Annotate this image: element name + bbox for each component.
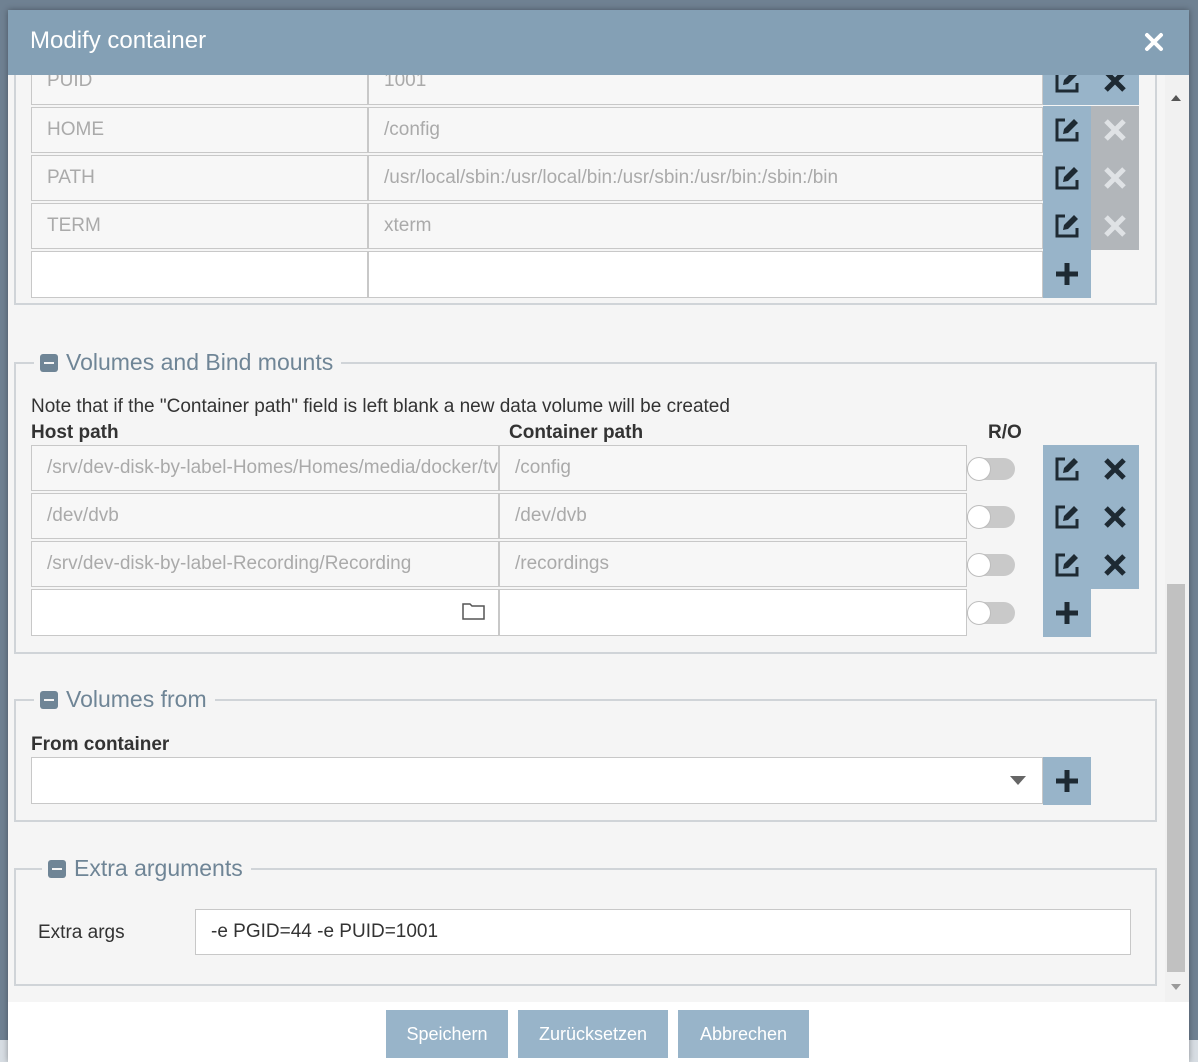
delete-icon (1104, 458, 1126, 480)
edit-env-button[interactable] (1043, 106, 1091, 154)
new-container-path-input[interactable] (499, 589, 967, 636)
folder-icon[interactable] (462, 601, 486, 621)
edit-icon (1055, 118, 1079, 142)
modal-footer: Speichern Zurücksetzen Abbrechen (8, 1002, 1189, 1062)
delete-icon (1104, 119, 1126, 141)
scroll-up-arrow[interactable] (1171, 95, 1181, 101)
reset-button[interactable]: Zurücksetzen (518, 1010, 668, 1058)
delete-volume-button[interactable] (1091, 541, 1139, 589)
modal-title: Modify container (30, 27, 207, 54)
volumes-note: Note that if the "Container path" field … (31, 396, 730, 417)
scroll-thumb[interactable] (1167, 584, 1185, 972)
edit-icon (1055, 214, 1079, 238)
edit-volume-button[interactable] (1043, 541, 1091, 589)
collapse-icon[interactable] (40, 690, 58, 709)
add-env-button[interactable] (1043, 250, 1091, 298)
scroll-down-arrow[interactable] (1171, 984, 1181, 990)
env-name-home[interactable]: HOME (31, 107, 368, 153)
plus-icon (1056, 770, 1078, 792)
collapse-icon[interactable] (40, 353, 58, 372)
delete-icon (1104, 75, 1126, 92)
volume-container-path[interactable]: /config (499, 445, 967, 491)
modal-body: PUID 1001 HOME /config PATH /usr/local/s… (8, 75, 1189, 1002)
extra-args-label: Extra args (38, 922, 125, 943)
host-path-header: Host path (31, 422, 119, 443)
edit-icon (1055, 505, 1079, 529)
collapse-icon[interactable] (48, 859, 66, 878)
edit-volume-button[interactable] (1043, 493, 1091, 541)
env-name-term[interactable]: TERM (31, 203, 368, 249)
add-volume-button[interactable] (1043, 589, 1091, 637)
chevron-down-icon[interactable] (1010, 776, 1026, 786)
volume-host-path[interactable]: /srv/dev-disk-by-label-Homes/Homes/media… (31, 445, 499, 491)
ro-toggle[interactable] (967, 505, 1015, 529)
volumes-legend[interactable]: Volumes and Bind mounts (34, 349, 342, 376)
volume-container-path[interactable]: /dev/dvb (499, 493, 967, 539)
volumes-from-legend[interactable]: Volumes from (34, 686, 215, 713)
delete-icon (1104, 554, 1126, 576)
save-button[interactable]: Speichern (386, 1010, 508, 1058)
env-value-puid[interactable]: 1001 (368, 75, 1043, 105)
vertical-scrollbar[interactable] (1165, 75, 1189, 1002)
container-path-header: Container path (509, 422, 644, 443)
delete-env-button-disabled (1091, 106, 1139, 154)
edit-env-button[interactable] (1043, 154, 1091, 202)
plus-icon (1056, 263, 1078, 285)
delete-icon (1104, 215, 1126, 237)
env-name-path[interactable]: PATH (31, 155, 368, 201)
edit-icon (1055, 166, 1079, 190)
extra-args-input[interactable]: -e PGID=44 -e PUID=1001 (195, 909, 1131, 955)
new-env-value-input[interactable] (368, 251, 1043, 298)
edit-icon (1055, 457, 1079, 481)
edit-icon (1055, 553, 1079, 577)
delete-env-button[interactable] (1091, 75, 1139, 105)
modify-container-dialog: Modify container PUID 1001 HOME /config … (8, 10, 1189, 1062)
plus-icon (1056, 602, 1078, 624)
add-volumes-from-button[interactable] (1043, 757, 1091, 805)
from-container-select[interactable] (31, 757, 1043, 804)
volume-host-path[interactable]: /dev/dvb (31, 493, 499, 539)
ro-toggle[interactable] (967, 553, 1015, 577)
env-name-puid[interactable]: PUID (31, 75, 368, 105)
delete-volume-button[interactable] (1091, 445, 1139, 493)
from-container-label: From container (31, 734, 170, 755)
extra-arguments-legend[interactable]: Extra arguments (42, 855, 251, 882)
edit-env-button[interactable] (1043, 75, 1091, 105)
delete-icon (1104, 506, 1126, 528)
edit-env-button[interactable] (1043, 202, 1091, 250)
delete-icon (1104, 167, 1126, 189)
delete-env-button-disabled (1091, 154, 1139, 202)
env-value-term[interactable]: xterm (368, 203, 1043, 249)
close-icon[interactable] (1144, 32, 1164, 52)
edit-icon (1055, 75, 1079, 93)
volume-host-path[interactable]: /srv/dev-disk-by-label-Recording/Recordi… (31, 541, 499, 587)
ro-toggle[interactable] (967, 457, 1015, 481)
new-env-name-input[interactable] (31, 251, 368, 298)
edit-volume-button[interactable] (1043, 445, 1091, 493)
cancel-button[interactable]: Abbrechen (678, 1010, 809, 1058)
modal-header: Modify container (8, 10, 1189, 75)
env-value-home[interactable]: /config (368, 107, 1043, 153)
new-host-path-input[interactable] (31, 589, 499, 636)
ro-toggle[interactable] (967, 601, 1015, 625)
volume-container-path[interactable]: /recordings (499, 541, 967, 587)
delete-env-button-disabled (1091, 202, 1139, 250)
env-value-path[interactable]: /usr/local/sbin:/usr/local/bin:/usr/sbin… (368, 155, 1043, 201)
delete-volume-button[interactable] (1091, 493, 1139, 541)
ro-header: R/O (988, 422, 1022, 443)
